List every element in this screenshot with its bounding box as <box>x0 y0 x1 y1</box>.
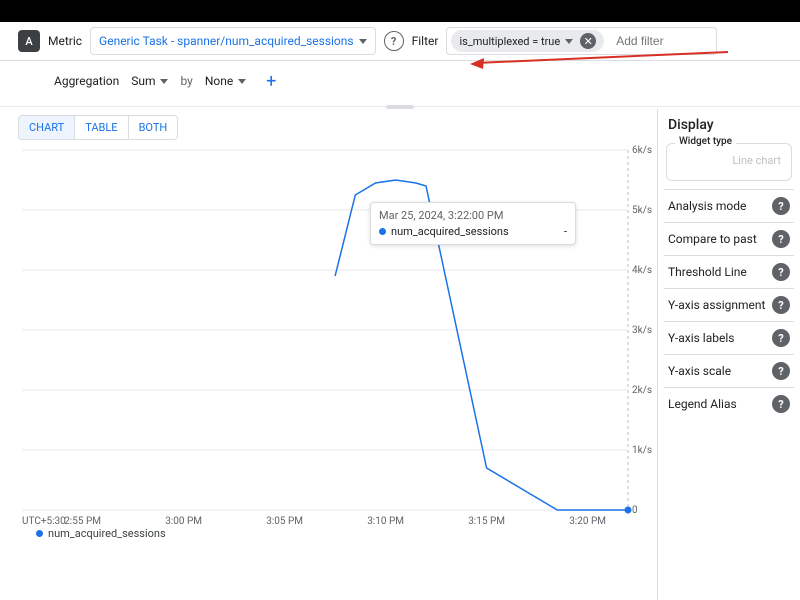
chevron-down-icon <box>359 39 367 44</box>
series-color-dot <box>36 530 43 537</box>
help-icon[interactable]: ? <box>772 263 790 281</box>
help-icon[interactable]: ? <box>772 296 790 314</box>
help-icon[interactable]: ? <box>772 230 790 248</box>
filter-chip-is-multiplexed[interactable]: is_multiplexed = true ✕ <box>451 30 604 52</box>
side-item-threshold-line[interactable]: Threshold Line? <box>664 255 794 288</box>
svg-text:2k/s: 2k/s <box>632 385 652 396</box>
widget-type-selector[interactable]: Widget type Line chart <box>666 143 792 181</box>
filter-container: is_multiplexed = true ✕ <box>446 27 717 55</box>
tab-chart[interactable]: CHART <box>19 116 75 139</box>
tooltip-value: - <box>564 225 567 238</box>
display-panel-title: Display <box>668 117 794 133</box>
svg-text:1k/s: 1k/s <box>632 445 652 456</box>
chevron-down-icon <box>238 79 246 84</box>
svg-text:3:10 PM: 3:10 PM <box>367 516 404 527</box>
svg-text:6k/s: 6k/s <box>632 145 652 156</box>
svg-text:3:00 PM: 3:00 PM <box>165 516 202 527</box>
side-item-legend-alias[interactable]: Legend Alias? <box>664 387 794 420</box>
svg-text:3:20 PM: 3:20 PM <box>569 516 606 527</box>
close-icon[interactable]: ✕ <box>580 33 596 49</box>
chart-legend[interactable]: num_acquired_sessions <box>36 527 166 540</box>
chart-area[interactable]: 0 1k/s 2k/s 3k/s 4k/s 5k/s 6k/s UTC+5:302:55 PM… <box>18 144 657 544</box>
tooltip-time: Mar 25, 2024, 3:22:00 PM <box>379 209 567 222</box>
svg-text:4k/s: 4k/s <box>632 265 652 276</box>
metric-selector[interactable]: Generic Task - spanner/num_acquired_sess… <box>90 27 376 55</box>
side-item-y-axis-labels[interactable]: Y-axis labels? <box>664 321 794 354</box>
tab-table[interactable]: TABLE <box>75 116 128 139</box>
aggregation-toolbar: Aggregation Sum by None + <box>0 61 800 107</box>
view-tabs: CHART TABLE BOTH <box>18 115 178 140</box>
query-letter-badge[interactable]: A <box>18 30 40 52</box>
query-toolbar: A Metric Generic Task - spanner/num_acqu… <box>0 22 800 61</box>
help-icon[interactable]: ? <box>772 362 790 380</box>
widget-type-value: Line chart <box>732 154 781 167</box>
help-icon[interactable]: ? <box>772 197 790 215</box>
svg-text:UTC+5:30: UTC+5:30 <box>22 516 66 527</box>
chevron-down-icon <box>565 39 573 44</box>
add-filter-input[interactable] <box>610 32 712 50</box>
aggregation-label: Aggregation <box>54 74 119 88</box>
svg-text:3k/s: 3k/s <box>632 325 652 336</box>
filter-label: Filter <box>412 34 439 48</box>
svg-text:3:05 PM: 3:05 PM <box>266 516 303 527</box>
help-icon[interactable]: ? <box>772 329 790 347</box>
legend-series-label: num_acquired_sessions <box>48 527 166 540</box>
metric-label: Metric <box>48 34 82 48</box>
side-item-compare-to-past[interactable]: Compare to past? <box>664 222 794 255</box>
aggregation-func-selector[interactable]: Sum <box>127 68 172 94</box>
widget-type-label: Widget type <box>675 136 736 147</box>
help-icon[interactable]: ? <box>772 395 790 413</box>
svg-text:5k/s: 5k/s <box>632 205 652 216</box>
help-icon[interactable]: ? <box>384 31 404 51</box>
display-panel: Display Widget type Line chart Analysis … <box>657 109 800 600</box>
chart-tooltip: Mar 25, 2024, 3:22:00 PM num_acquired_se… <box>370 202 576 245</box>
aggregation-by-label: by <box>180 74 192 88</box>
side-item-analysis-mode[interactable]: Analysis mode? <box>664 189 794 222</box>
tooltip-series: num_acquired_sessions <box>391 225 509 238</box>
svg-text:3:15 PM: 3:15 PM <box>468 516 505 527</box>
chevron-down-icon <box>160 79 168 84</box>
tab-both[interactable]: BOTH <box>129 116 178 139</box>
svg-text:0: 0 <box>632 505 638 516</box>
side-item-y-axis-assignment[interactable]: Y-axis assignment? <box>664 288 794 321</box>
aggregation-groupby-selector[interactable]: None <box>201 68 250 94</box>
add-aggregation-button[interactable]: + <box>258 68 284 94</box>
svg-text:2:55 PM: 2:55 PM <box>64 516 101 527</box>
side-item-y-axis-scale[interactable]: Y-axis scale? <box>664 354 794 387</box>
series-color-dot <box>379 228 386 235</box>
